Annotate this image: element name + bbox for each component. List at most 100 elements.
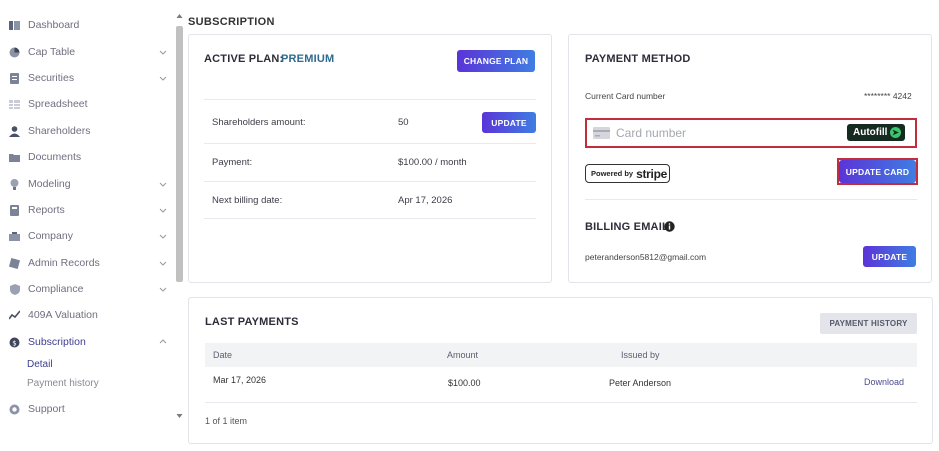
divider (204, 143, 536, 144)
sidebar-item-cap-table[interactable]: Cap Table (0, 41, 176, 63)
records-icon (9, 257, 20, 269)
sidebar-item-documents[interactable]: Documents (0, 146, 176, 168)
autofill-label: Autofill (853, 127, 888, 138)
sidebar-item-label: Subscription (28, 336, 86, 348)
sidebar-item-dashboard[interactable]: Dashboard (0, 14, 176, 36)
lightbulb-icon (9, 178, 20, 190)
payment-date-cell: Mar 17, 2026 (213, 375, 267, 385)
active-plan-label: ACTIVE PLAN: (204, 53, 284, 65)
next-billing-date-label: Next billing date: (212, 195, 283, 206)
sidebar-item-label: Securities (28, 72, 75, 84)
payment-method-title: PAYMENT METHOD (585, 53, 691, 65)
support-icon (9, 404, 20, 415)
column-header-issued-by[interactable]: Issued by (621, 350, 660, 360)
payment-issued-by-cell: Peter Anderson (609, 378, 672, 388)
sidebar-item-409a-valuation[interactable]: 409A Valuation (0, 304, 176, 326)
sidebar-item-label: Company (28, 230, 73, 242)
billing-email-title: BILLING EMAIL (585, 221, 669, 233)
download-link[interactable]: Download (864, 377, 904, 387)
current-card-label: Current Card number (585, 91, 666, 101)
sidebar-item-label: Support (28, 403, 65, 415)
sidebar-item-shareholders[interactable]: Shareholders (0, 120, 176, 142)
sidebar-item-label: Dashboard (28, 19, 80, 31)
sidebar-item-label: Documents (28, 151, 82, 163)
divider (205, 402, 917, 403)
shareholders-amount-value: 50 (398, 117, 409, 128)
report-icon (9, 204, 20, 216)
sidebar-item-label: Compliance (28, 283, 84, 295)
update-card-button[interactable]: UPDATE CARD (839, 160, 916, 183)
folder-icon (9, 152, 20, 163)
subscription-icon: $ (9, 337, 20, 348)
payment-label: Payment: (212, 157, 253, 168)
scroll-up-arrow-icon[interactable] (176, 12, 183, 20)
building-icon (9, 231, 20, 242)
chevron-up-icon (159, 339, 167, 344)
pagination-summary: 1 of 1 item (205, 416, 248, 426)
sidebar-item-label: Shareholders (28, 125, 91, 137)
sidebar-item-label: Spreadsheet (28, 98, 88, 110)
chevron-down-icon (159, 76, 167, 81)
pie-chart-icon (9, 47, 20, 58)
last-payments-title: LAST PAYMENTS (205, 316, 299, 328)
chevron-down-icon (159, 208, 167, 213)
svg-text:$: $ (12, 339, 16, 347)
update-billing-email-button[interactable]: UPDATE (863, 246, 916, 267)
stripe-logo: stripe (636, 166, 667, 181)
current-card-value: ******** 4242 (864, 91, 912, 101)
divider (585, 199, 917, 200)
document-icon (9, 72, 20, 84)
divider (204, 181, 536, 182)
chevron-down-icon (159, 287, 167, 292)
sidebar-item-label: Admin Records (28, 257, 100, 269)
column-header-date[interactable]: Date (213, 350, 232, 360)
sidebar-item-label: Cap Table (28, 46, 76, 58)
update-shareholders-button[interactable]: UPDATE (482, 112, 536, 133)
dashboard-icon (9, 20, 20, 31)
chevron-down-icon (159, 182, 167, 187)
spreadsheet-icon (9, 99, 20, 110)
sidebar-item-label: Reports (28, 204, 65, 216)
sidebar-subitem-detail[interactable]: Detail (27, 359, 53, 370)
sidebar-item-admin-records[interactable]: Admin Records (0, 252, 176, 274)
sidebar-item-spreadsheet[interactable]: Spreadsheet (0, 93, 176, 115)
powered-by-label: Powered by (591, 169, 634, 178)
divider (204, 218, 536, 219)
payment-value: $100.00 / month (398, 157, 467, 168)
sidebar-item-modeling[interactable]: Modeling (0, 173, 176, 195)
chevron-down-icon (159, 234, 167, 239)
divider (204, 99, 536, 100)
info-icon[interactable] (664, 221, 675, 232)
payments-table-header (205, 343, 917, 367)
valuation-icon (9, 310, 20, 321)
sidebar-item-company[interactable]: Company (0, 225, 176, 247)
powered-by-stripe-badge[interactable]: Powered by stripe (585, 164, 670, 183)
sidebar-item-subscription[interactable]: $ Subscription (0, 331, 176, 353)
autofill-button[interactable]: Autofill ➤ (847, 124, 905, 141)
chevron-down-icon (159, 50, 167, 55)
sidebar: Dashboard Cap Table Securities Spreadshe… (0, 0, 176, 451)
credit-card-icon (593, 127, 610, 139)
next-billing-date-value: Apr 17, 2026 (398, 195, 453, 206)
sidebar-item-compliance[interactable]: Compliance (0, 278, 176, 300)
sidebar-scrollbar-thumb[interactable] (176, 26, 183, 282)
change-plan-button[interactable]: CHANGE PLAN (457, 50, 535, 72)
card-number-placeholder: Card number (616, 126, 687, 140)
shield-icon (9, 283, 20, 295)
chevron-down-icon (159, 261, 167, 266)
page-title: SUBSCRIPTION (188, 16, 275, 28)
active-plan-name: PREMIUM (281, 53, 335, 65)
column-header-amount[interactable]: Amount (447, 350, 478, 360)
arrow-right-icon: ➤ (890, 127, 901, 138)
sidebar-item-support[interactable]: Support (0, 398, 176, 420)
payment-history-button[interactable]: PAYMENT HISTORY (820, 313, 917, 334)
sidebar-item-securities[interactable]: Securities (0, 67, 176, 89)
sidebar-item-reports[interactable]: Reports (0, 199, 176, 221)
scroll-down-arrow-icon[interactable] (176, 412, 183, 420)
sidebar-item-label: Modeling (28, 178, 71, 190)
sidebar-item-label: 409A Valuation (28, 309, 98, 321)
sidebar-subitem-payment-history[interactable]: Payment history (27, 378, 99, 389)
billing-email-value: peteranderson5812@gmail.com (585, 252, 707, 262)
user-icon (9, 125, 20, 137)
shareholders-amount-label: Shareholders amount: (212, 117, 306, 128)
